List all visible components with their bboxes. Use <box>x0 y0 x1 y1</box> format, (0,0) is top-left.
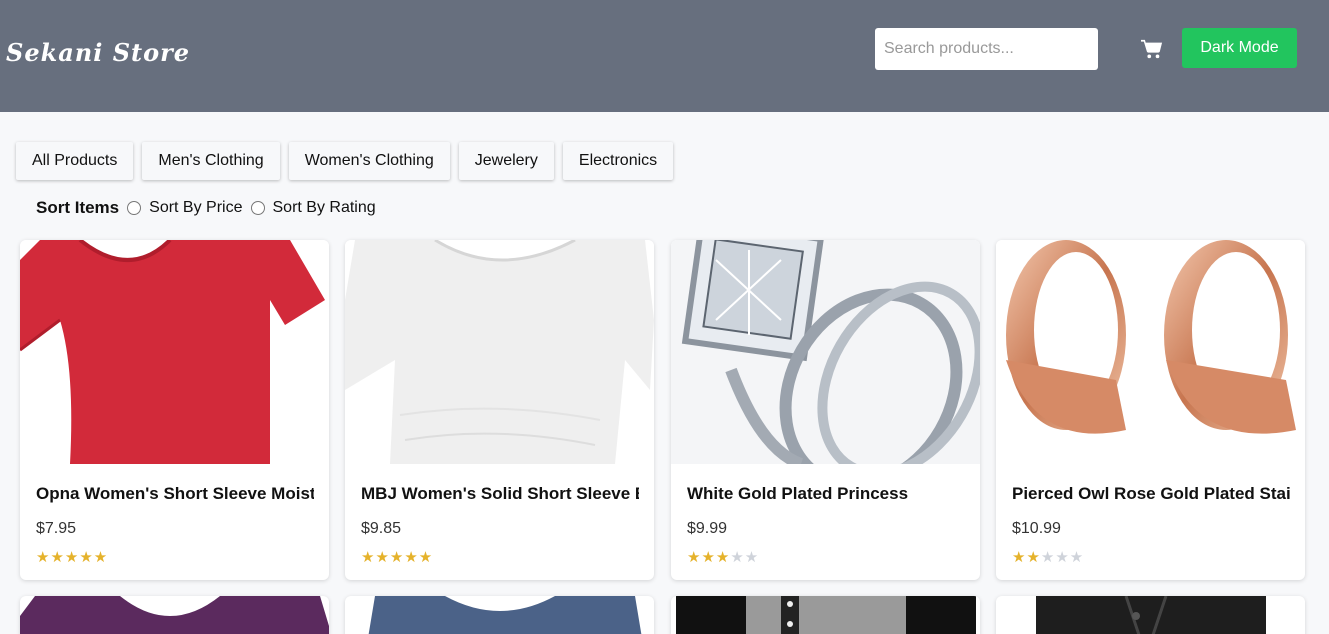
product-card[interactable] <box>996 596 1305 634</box>
sort-by-price-option[interactable]: Sort By Price <box>127 199 243 217</box>
product-title: MBJ Women's Solid Short Sleeve Boat Neck… <box>361 484 639 503</box>
product-image <box>676 596 976 634</box>
product-image <box>20 596 329 634</box>
product-price: $9.99 <box>687 520 728 537</box>
product-card[interactable]: Opna Women's Short Sleeve Moisture $7.95… <box>20 240 329 580</box>
product-rating: ★★★★★ <box>36 549 109 566</box>
cart-icon[interactable] <box>1141 38 1163 60</box>
store-logo[interactable]: Sekani Store <box>6 38 190 67</box>
tab-all-products[interactable]: All Products <box>16 142 134 180</box>
sort-by-rating-radio[interactable] <box>250 201 265 215</box>
product-image <box>1036 596 1266 634</box>
product-card[interactable]: White Gold Plated Princess $9.99 ★★★★★ <box>671 240 980 580</box>
tab-womens-clothing[interactable]: Women's Clothing <box>288 142 450 180</box>
product-rating: ★★★★★ <box>361 549 434 566</box>
sort-by-rating-option[interactable]: Sort By Rating <box>250 199 376 217</box>
sort-by-rating-label: Sort By Rating <box>272 199 376 216</box>
product-card[interactable] <box>345 596 654 634</box>
category-tabs: All Products Men's Clothing Women's Clot… <box>16 142 674 180</box>
product-rating: ★★★★★ <box>1012 549 1085 566</box>
product-rating: ★★★★★ <box>687 549 760 566</box>
tab-electronics[interactable]: Electronics <box>562 142 674 180</box>
product-card[interactable]: Pierced Owl Rose Gold Plated Stainless S… <box>996 240 1305 580</box>
product-image <box>20 240 329 464</box>
product-price: $7.95 <box>36 520 77 537</box>
tab-mens-clothing[interactable]: Men's Clothing <box>142 142 280 180</box>
product-price: $9.85 <box>361 520 402 537</box>
product-price: $10.99 <box>1012 520 1061 537</box>
search-input[interactable] <box>875 28 1098 70</box>
sort-controls: Sort Items Sort By Price Sort By Rating <box>36 198 384 218</box>
product-image <box>368 596 642 634</box>
top-header: Sekani Store Dark Mode <box>0 0 1329 112</box>
sort-by-price-radio[interactable] <box>127 201 142 215</box>
sort-by-price-label: Sort By Price <box>149 199 243 216</box>
product-title: White Gold Plated Princess <box>687 484 909 503</box>
product-title: Pierced Owl Rose Gold Plated Stainless S… <box>1012 484 1290 503</box>
product-card[interactable] <box>20 596 329 634</box>
product-title: Opna Women's Short Sleeve Moisture <box>36 484 314 503</box>
dark-mode-button[interactable]: Dark Mode <box>1182 28 1297 68</box>
sort-title: Sort Items <box>36 198 120 217</box>
product-card[interactable] <box>671 596 980 634</box>
product-image <box>996 240 1305 464</box>
tab-jewelery[interactable]: Jewelery <box>458 142 554 180</box>
product-image <box>345 240 654 464</box>
product-card[interactable]: MBJ Women's Solid Short Sleeve Boat Neck… <box>345 240 654 580</box>
product-image <box>671 240 980 464</box>
